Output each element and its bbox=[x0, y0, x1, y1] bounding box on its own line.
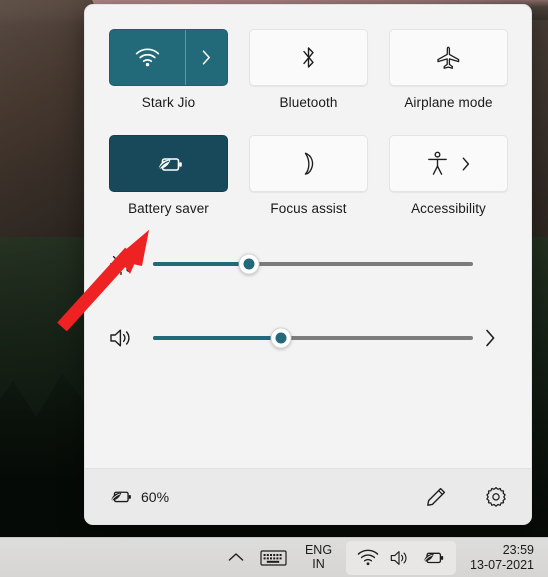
accessibility-tile-label: Accessibility bbox=[411, 201, 486, 216]
touch-keyboard-button[interactable] bbox=[252, 542, 295, 574]
focus-assist-tile-label: Focus assist bbox=[270, 201, 347, 216]
gear-icon bbox=[486, 486, 506, 507]
bluetooth-tile-button[interactable] bbox=[249, 29, 368, 86]
quick-tile-bluetooth[interactable]: Bluetooth bbox=[249, 29, 368, 110]
chevron-right-icon bbox=[462, 157, 470, 170]
volume-icon bbox=[390, 550, 407, 565]
taskbar: ENG IN 23:59 13-07-2021 bbox=[0, 537, 548, 577]
touch-keyboard-icon bbox=[260, 550, 287, 566]
chevron-right-icon bbox=[202, 50, 210, 65]
pencil-icon bbox=[427, 487, 446, 506]
quick-tile-accessibility[interactable]: Accessibility bbox=[389, 135, 508, 216]
language-indicator[interactable]: ENG IN bbox=[295, 542, 342, 574]
brightness-icon bbox=[109, 252, 133, 276]
volume-slider-row bbox=[109, 315, 507, 361]
brightness-slider-thumb[interactable] bbox=[238, 253, 260, 275]
quick-settings-sliders bbox=[109, 241, 507, 361]
airplane-tile-label: Airplane mode bbox=[404, 95, 493, 110]
wifi-icon bbox=[135, 48, 160, 67]
battery-status[interactable]: 60% bbox=[107, 488, 169, 505]
language-line-1: ENG bbox=[304, 543, 333, 558]
volume-slider[interactable] bbox=[153, 327, 473, 349]
quick-settings-panel: Stark Jio Bluetooth Airplane mode Batter… bbox=[84, 4, 532, 525]
quick-tile-focus-assist[interactable]: Focus assist bbox=[249, 135, 368, 216]
wifi-tile-button[interactable] bbox=[109, 29, 228, 86]
battery-saver-icon bbox=[111, 491, 131, 503]
clock-button[interactable]: 23:59 13-07-2021 bbox=[460, 543, 540, 572]
battery-saver-tile-button[interactable] bbox=[109, 135, 228, 192]
wifi-icon bbox=[357, 549, 379, 566]
volume-slider-thumb[interactable] bbox=[270, 327, 292, 349]
wifi-tile-expand[interactable] bbox=[185, 30, 227, 85]
airplane-tile-button[interactable] bbox=[389, 29, 508, 86]
quick-settings-body: Stark Jio Bluetooth Airplane mode Batter… bbox=[85, 5, 531, 468]
focus-assist-tile-button[interactable] bbox=[249, 135, 368, 192]
quick-settings-tile-grid: Stark Jio Bluetooth Airplane mode Batter… bbox=[109, 29, 508, 216]
bluetooth-icon bbox=[303, 47, 314, 68]
brightness-slider-row bbox=[109, 241, 507, 287]
volume-expand-button[interactable] bbox=[473, 329, 507, 347]
brightness-slider-fill bbox=[153, 262, 249, 266]
chevron-right-icon bbox=[485, 329, 494, 347]
brightness-icon-wrap bbox=[109, 252, 147, 276]
quick-tile-wifi[interactable]: Stark Jio bbox=[109, 29, 228, 110]
battery-saver-icon bbox=[158, 157, 182, 171]
all-settings-button[interactable] bbox=[481, 482, 511, 512]
quick-tile-battery-saver[interactable]: Battery saver bbox=[109, 135, 228, 216]
chevron-up-icon bbox=[228, 553, 244, 561]
clock-date: 13-07-2021 bbox=[470, 557, 534, 572]
brightness-slider[interactable] bbox=[153, 253, 473, 275]
language-line-2: IN bbox=[312, 556, 325, 571]
moon-icon bbox=[304, 152, 313, 175]
show-hidden-icons-button[interactable] bbox=[220, 542, 252, 574]
accessibility-icon bbox=[428, 151, 447, 175]
volume-slider-fill bbox=[153, 336, 281, 340]
quick-settings-footer: 60% bbox=[85, 468, 531, 524]
battery-saver-icon bbox=[423, 552, 444, 564]
airplane-icon bbox=[437, 46, 460, 69]
bluetooth-tile-label: Bluetooth bbox=[279, 95, 338, 110]
battery-saver-tile-label: Battery saver bbox=[128, 201, 209, 216]
quick-tile-airplane-mode[interactable]: Airplane mode bbox=[389, 29, 508, 110]
battery-percentage: 60% bbox=[141, 488, 170, 505]
edit-quick-settings-button[interactable] bbox=[421, 482, 451, 512]
volume-icon-wrap[interactable] bbox=[109, 327, 147, 349]
footer-actions bbox=[421, 482, 511, 512]
wifi-tile-toggle[interactable] bbox=[110, 30, 185, 85]
wifi-tile-label: Stark Jio bbox=[141, 95, 196, 110]
system-tray-quick-settings-button[interactable] bbox=[346, 540, 457, 575]
clock-time: 23:59 bbox=[502, 543, 534, 558]
accessibility-tile-button[interactable] bbox=[389, 135, 508, 192]
volume-icon bbox=[110, 329, 130, 347]
